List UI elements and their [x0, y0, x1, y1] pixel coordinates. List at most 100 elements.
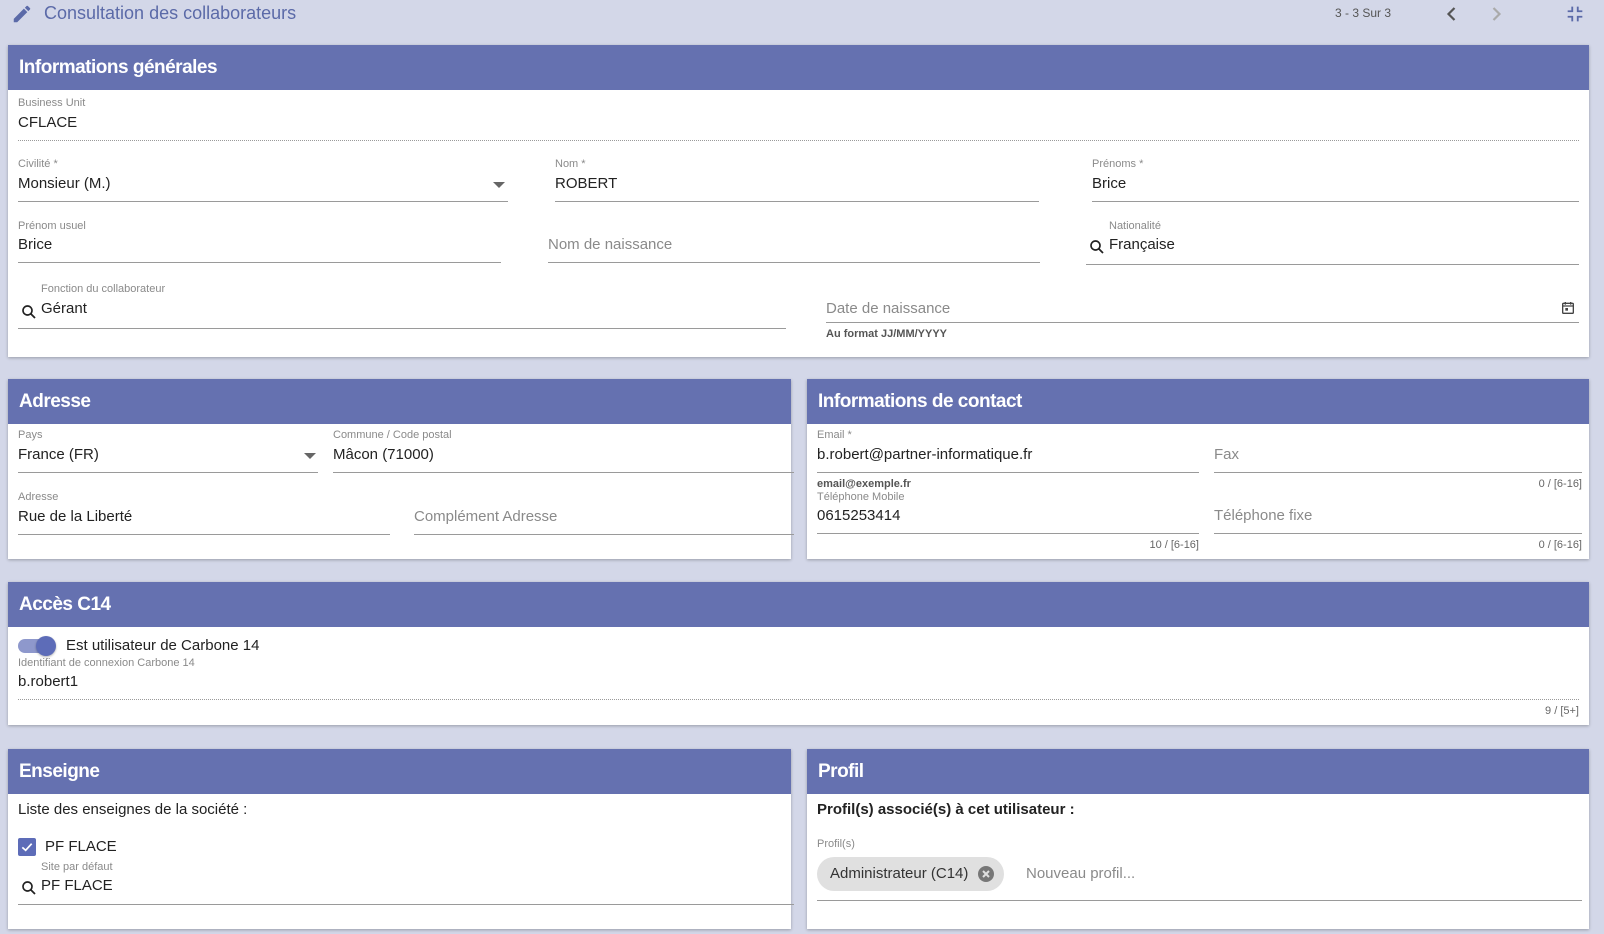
prenom-usuel-field[interactable]: Prénom usuel Brice [18, 220, 501, 265]
fonction-lookup[interactable]: Fonction du collaborateur Gérant [18, 283, 786, 331]
chevron-down-icon [493, 182, 505, 188]
mobile-field[interactable]: Téléphone Mobile 0615253414 10 / [6-16] [817, 491, 1199, 553]
nom-underline [555, 201, 1039, 202]
c14-login-counter: 9 / [5+] [1545, 705, 1579, 717]
business-unit-label: Business Unit [18, 97, 86, 109]
complement-adresse-field[interactable]: Complément Adresse [414, 491, 794, 537]
fonction-value: Gérant [41, 300, 87, 317]
chevron-down-icon [304, 453, 316, 459]
c14-access-card: Accès C14 Est utilisateur de Carbone 14 … [8, 582, 1589, 725]
prenoms-field[interactable]: Prénoms * Brice [1092, 158, 1579, 203]
email-hint: email@exemple.fr [817, 478, 911, 490]
search-icon [1090, 240, 1104, 254]
close-circle-icon[interactable] [978, 866, 995, 882]
fax-field[interactable]: Fax 0 / [6-16] [1214, 429, 1582, 491]
enseigne-card: Enseigne Liste des enseignes de la socié… [8, 749, 794, 929]
nationalite-lookup[interactable]: Nationalité Française [1086, 220, 1579, 266]
profil-card: Profil Profil(s) associé(s) à cet utilis… [807, 749, 1589, 929]
top-bar: Consultation des collaborateurs 3 - 3 Su… [0, 0, 1604, 30]
prenoms-underline [1092, 201, 1579, 202]
telephone-fixe-placeholder: Téléphone fixe [1214, 507, 1313, 524]
fax-placeholder: Fax [1214, 446, 1240, 463]
general-info-heading: Informations générales [8, 45, 1589, 90]
prenom-usuel-underline [18, 262, 501, 263]
general-info-card: Informations générales Business Unit CFL… [8, 45, 1589, 357]
adresse-label: Adresse [18, 491, 59, 503]
civilite-value: Monsieur (M.) [18, 175, 111, 192]
email-label: Email * [817, 429, 852, 441]
adresse-field[interactable]: Adresse Rue de la Liberté [18, 491, 390, 537]
telephone-fixe-counter: 0 / [6-16] [1538, 539, 1582, 551]
carbone14-user-toggle[interactable] [18, 636, 56, 656]
mobile-underline [817, 533, 1199, 534]
prenoms-value: Brice [1092, 175, 1127, 192]
nouveau-profil-placeholder: Nouveau profil... [1026, 865, 1136, 882]
profils-underline [817, 900, 1582, 901]
prenoms-label: Prénoms * [1092, 158, 1144, 170]
civilite-label: Civilité * [18, 158, 58, 170]
profils-label: Profil(s) [817, 838, 855, 850]
carbone14-user-label: Est utilisateur de Carbone 14 [66, 637, 260, 654]
adresse-value: Rue de la Liberté [18, 508, 133, 525]
calendar-icon[interactable] [1560, 300, 1576, 316]
chevron-left-icon[interactable] [1440, 2, 1464, 26]
prenom-usuel-value: Brice [18, 236, 53, 253]
pays-label: Pays [18, 429, 43, 441]
pencil-icon [13, 5, 31, 23]
enseigne-heading: Enseigne [8, 749, 791, 794]
mobile-label: Téléphone Mobile [817, 491, 905, 503]
mobile-value: 0615253414 [817, 507, 901, 524]
business-unit-underline [18, 140, 1579, 141]
civilite-select[interactable]: Civilité * Monsieur (M.) [18, 158, 508, 203]
email-field[interactable]: Email * b.robert@partner-informatique.fr [817, 429, 1199, 475]
address-heading: Adresse [8, 379, 791, 424]
commune-lookup[interactable]: Commune / Code postal Mâcon (71000) [333, 429, 794, 475]
commune-underline [333, 472, 794, 473]
profils-field[interactable]: Profil(s) Administrateur (C14) Nouveau p… [817, 838, 1582, 904]
commune-value: Mâcon (71000) [333, 446, 434, 463]
address-card: Adresse Pays France (FR) Commune / Code … [8, 379, 794, 559]
profil-chip[interactable]: Administrateur (C14) [817, 857, 1005, 891]
pays-underline [18, 472, 318, 473]
nom-naissance-field[interactable]: Nom de naissance [548, 220, 1040, 265]
contact-card: Informations de contact Email * b.robert… [807, 379, 1589, 559]
email-underline [817, 472, 1199, 473]
c14-login-underline [18, 699, 1579, 700]
telephone-fixe-field[interactable]: Téléphone fixe 0 / [6-16] [1214, 491, 1582, 553]
adresse-underline [18, 534, 390, 535]
nom-value: ROBERT [555, 175, 618, 192]
complement-adresse-underline [414, 534, 794, 535]
c14-login-value: b.robert1 [18, 673, 79, 690]
pager-text: 3 - 3 Sur 3 [1335, 6, 1392, 20]
prenom-usuel-label: Prénom usuel [18, 220, 86, 232]
collapse-icon[interactable] [1564, 3, 1586, 25]
enseigne-checkbox[interactable] [18, 838, 36, 856]
site-par-defaut-label: Site par défaut [41, 861, 113, 873]
profil-chip-label: Administrateur (C14) [830, 865, 969, 882]
commune-label: Commune / Code postal [333, 429, 452, 441]
site-par-defaut-value: PF FLACE [41, 877, 113, 894]
chevron-right-icon[interactable] [1484, 2, 1508, 26]
c14-login-label: Identifiant de connexion Carbone 14 [18, 657, 195, 669]
business-unit-field[interactable]: Business Unit CFLACE [18, 97, 1579, 143]
fonction-underline [18, 328, 786, 329]
pays-select[interactable]: Pays France (FR) [18, 429, 318, 475]
business-unit-value: CFLACE [18, 114, 78, 131]
nationalite-label: Nationalité [1109, 220, 1161, 232]
site-par-defaut-lookup[interactable]: Site par défaut PF FLACE [18, 861, 794, 907]
fax-underline [1214, 472, 1582, 473]
date-naissance-placeholder: Date de naissance [826, 300, 951, 317]
mobile-counter: 10 / [6-16] [1149, 539, 1199, 551]
page-title: Consultation des collaborateurs [44, 3, 297, 23]
date-naissance-field[interactable]: Date de naissance Au format JJ/MM/YYYY [826, 295, 1579, 345]
nom-naissance-underline [548, 262, 1040, 263]
site-par-defaut-underline [18, 904, 794, 905]
profil-intro: Profil(s) associé(s) à cet utilisateur : [817, 801, 1075, 818]
nationalite-value: Française [1109, 236, 1175, 253]
nom-field[interactable]: Nom * ROBERT [555, 158, 1039, 203]
email-value: b.robert@partner-informatique.fr [817, 446, 1033, 463]
c14-login-field[interactable]: Identifiant de connexion Carbone 14 b.ro… [18, 657, 1579, 719]
contact-heading: Informations de contact [807, 379, 1589, 424]
date-format-hint: Au format JJ/MM/YYYY [826, 328, 948, 340]
c14-access-heading: Accès C14 [8, 582, 1589, 627]
